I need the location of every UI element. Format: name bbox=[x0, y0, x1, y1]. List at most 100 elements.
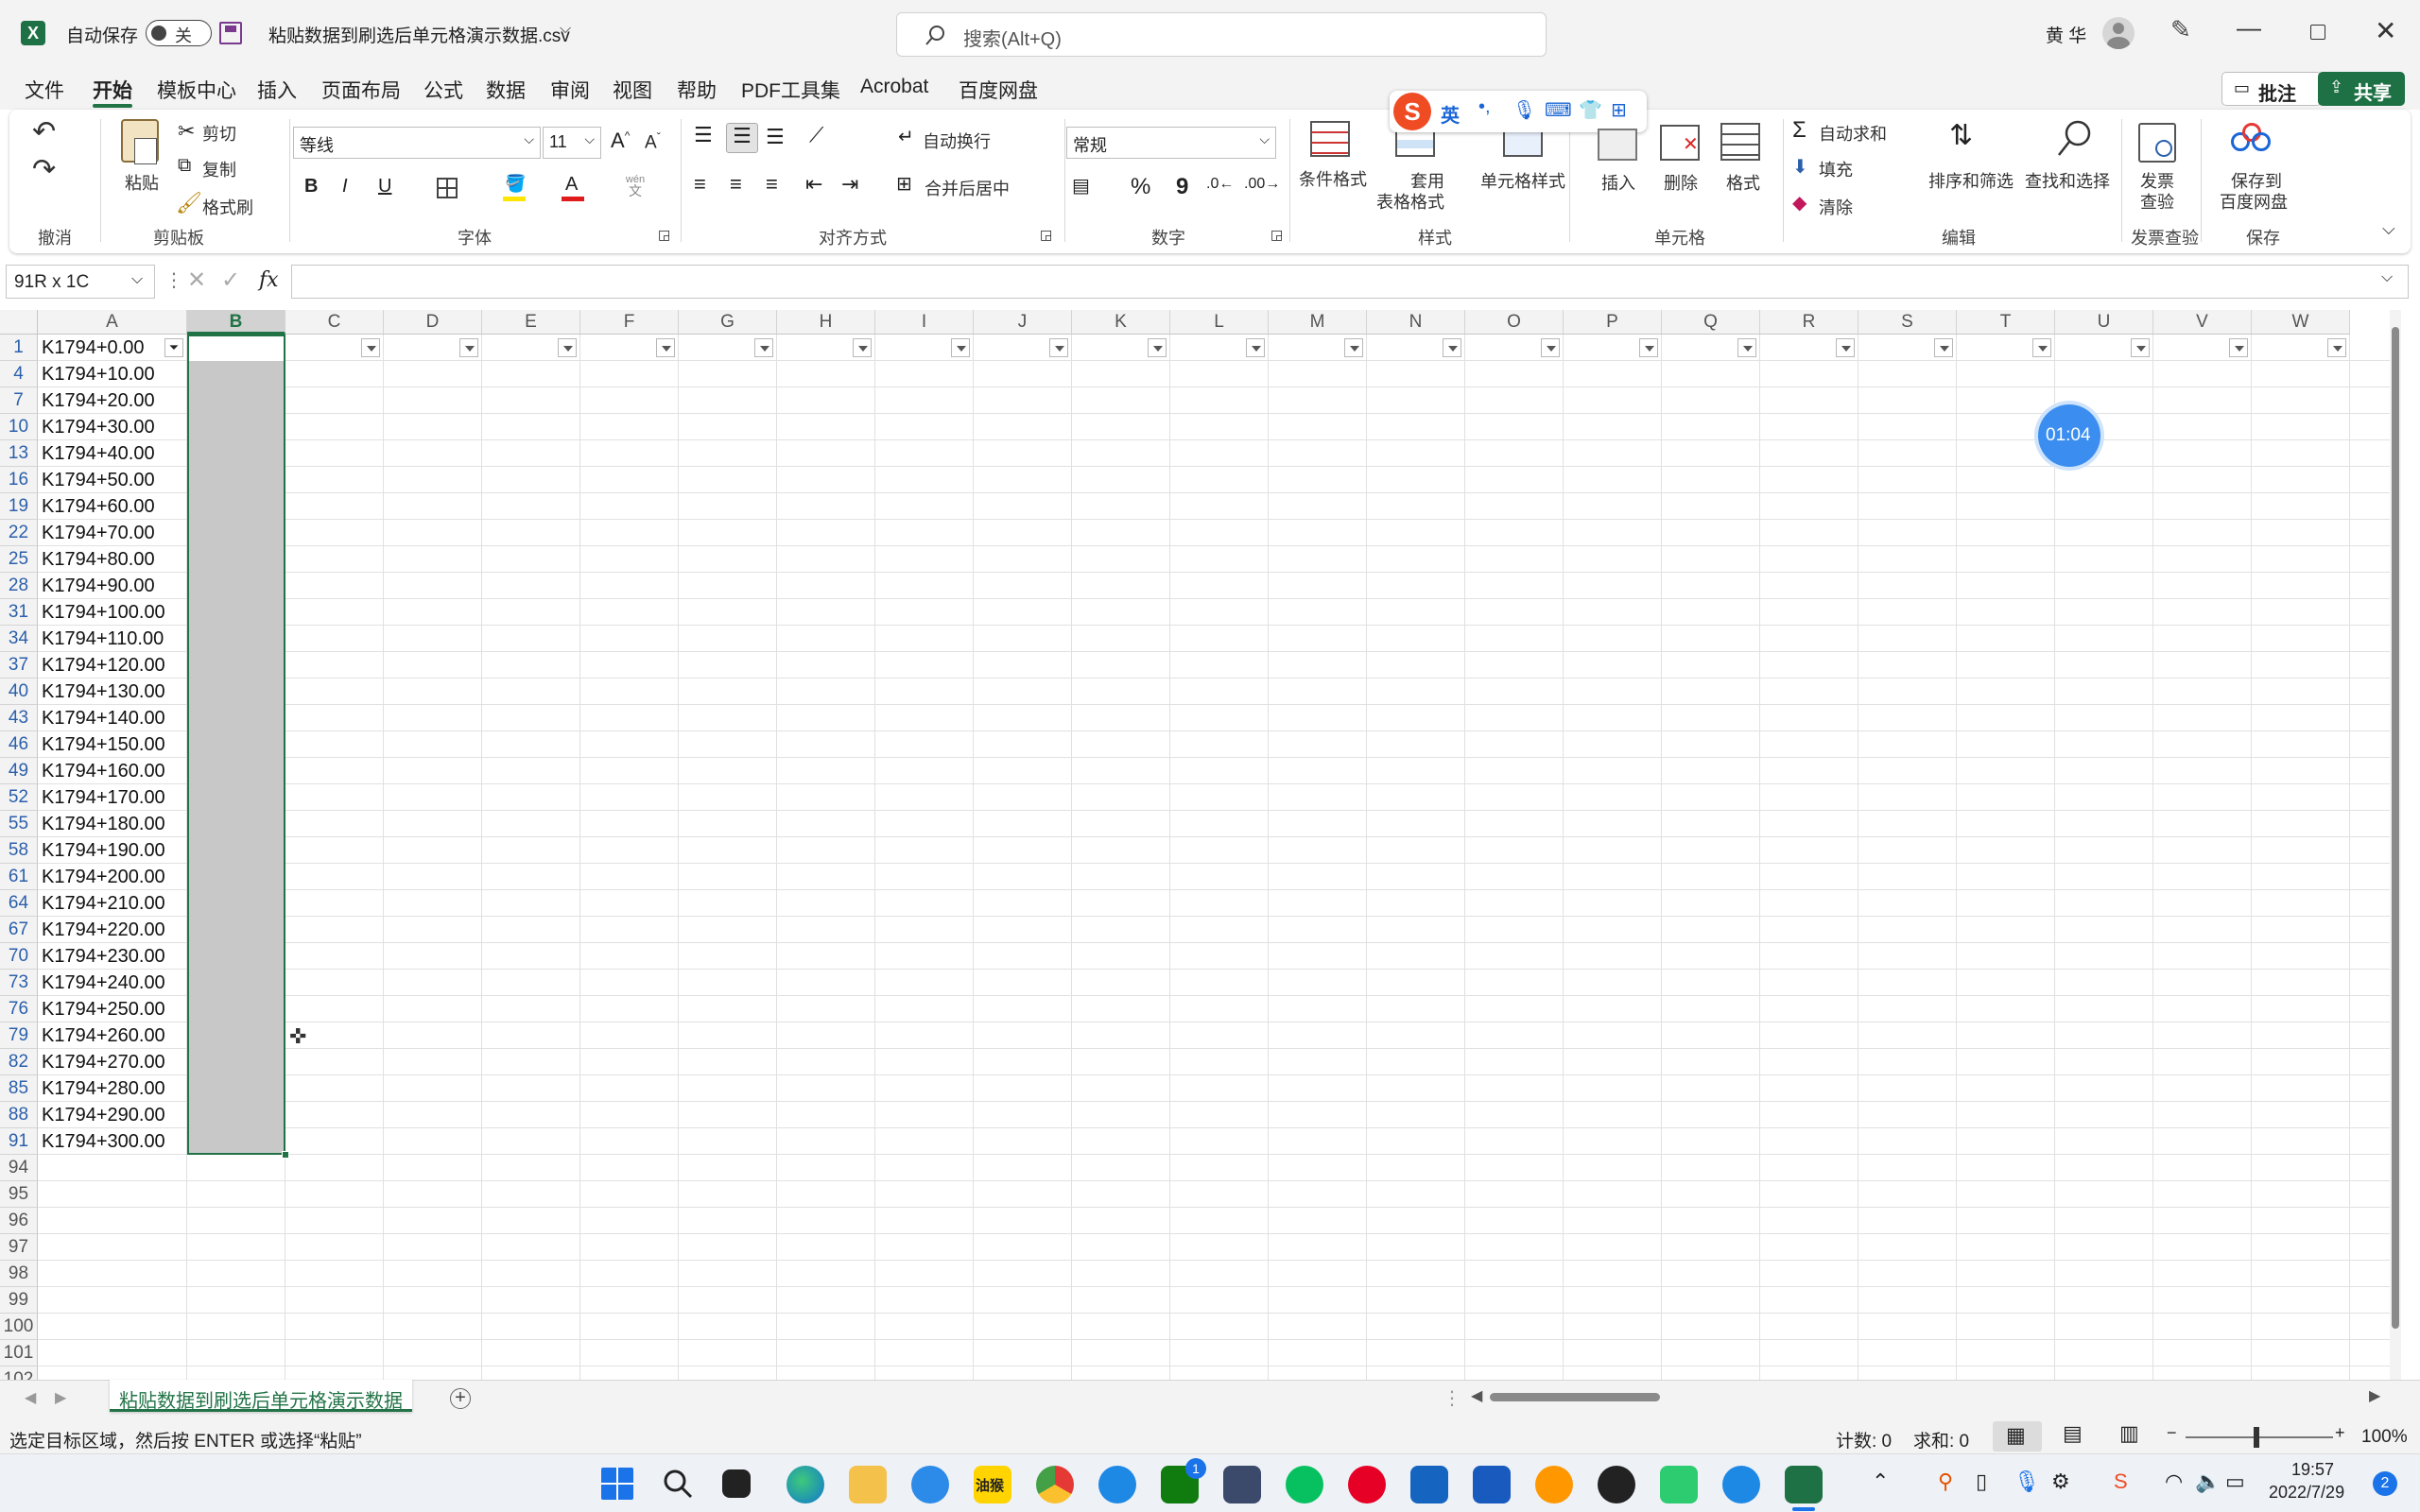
clear-label[interactable]: 清除 bbox=[1819, 195, 1853, 219]
font-name-select[interactable]: 等线 ⌵ bbox=[293, 127, 541, 159]
taskbar-search-icon[interactable] bbox=[662, 1468, 694, 1500]
active-cell[interactable] bbox=[189, 336, 284, 361]
horizontal-scrollbar[interactable]: ◀ ▶ bbox=[1471, 1386, 2388, 1407]
select-all-corner[interactable] bbox=[0, 310, 38, 335]
insert-cells-icon[interactable] bbox=[1598, 129, 1637, 161]
find-select-icon[interactable] bbox=[2055, 119, 2093, 161]
row-header[interactable]: 22 bbox=[0, 520, 38, 546]
autofilter-button-w[interactable] bbox=[2327, 338, 2346, 357]
chrome-icon[interactable] bbox=[1036, 1466, 1074, 1503]
add-sheet-button[interactable]: + bbox=[450, 1388, 471, 1409]
normal-view-button[interactable]: ▦ bbox=[1993, 1421, 2042, 1452]
format-as-table-label-2[interactable]: 表格格式 bbox=[1376, 189, 1444, 214]
cell-a[interactable]: K1794+230.00 bbox=[42, 943, 165, 970]
cell-a[interactable]: K1794+290.00 bbox=[42, 1102, 165, 1128]
autofilter-button-v[interactable] bbox=[2229, 338, 2248, 357]
cell-a[interactable]: K1794+250.00 bbox=[42, 996, 165, 1022]
autofilter-button-t[interactable] bbox=[2032, 338, 2051, 357]
cell-a[interactable]: K1794+20.00 bbox=[42, 387, 155, 414]
ime-toolbar[interactable]: S 英 •, 🎙 ⌨ 👕 ⊞ bbox=[1390, 91, 1647, 132]
clear-icon[interactable]: ◆ bbox=[1792, 191, 1806, 215]
autosave-toggle[interactable]: 关 bbox=[146, 20, 212, 46]
menu-help[interactable]: 帮助 bbox=[677, 76, 717, 104]
firefox-like-icon[interactable] bbox=[1098, 1466, 1136, 1503]
selection-range[interactable] bbox=[187, 335, 285, 1155]
conditional-format-icon[interactable] bbox=[1310, 121, 1350, 157]
show-hidden-icons-icon[interactable]: ⌃ bbox=[1872, 1469, 1889, 1494]
baidu-pan-icon[interactable] bbox=[2231, 123, 2271, 157]
autosum-icon[interactable]: Σ bbox=[1792, 117, 1806, 144]
bold-button[interactable]: B bbox=[304, 176, 318, 198]
zoom-slider[interactable] bbox=[2186, 1436, 2333, 1438]
format-painter-label[interactable]: 格式刷 bbox=[202, 195, 253, 219]
collapse-ribbon-icon[interactable]: ⌵ bbox=[2382, 219, 2395, 239]
row-header[interactable]: 40 bbox=[0, 679, 38, 705]
cell-a[interactable]: K1794+210.00 bbox=[42, 890, 165, 917]
decrease-decimal-icon[interactable]: .00→ bbox=[1244, 176, 1280, 193]
avatar[interactable] bbox=[2102, 17, 2135, 49]
zoom-slider-thumb[interactable] bbox=[2254, 1427, 2259, 1448]
search-app-icon[interactable] bbox=[1535, 1466, 1573, 1503]
row-header[interactable]: 64 bbox=[0, 890, 38, 917]
skin-icon[interactable]: 👕 bbox=[1579, 98, 1602, 122]
sheet-tab-active[interactable]: 粘贴数据到刷选后单元格演示数据 bbox=[110, 1380, 412, 1412]
row-header[interactable]: 70 bbox=[0, 943, 38, 970]
row-header[interactable]: 76 bbox=[0, 996, 38, 1022]
task-view-icon[interactable] bbox=[722, 1469, 751, 1498]
cell-a[interactable]: K1794+170.00 bbox=[42, 784, 165, 811]
cancel-edit-icon[interactable]: ✕ bbox=[187, 266, 206, 294]
menu-review[interactable]: 审阅 bbox=[550, 76, 590, 104]
cell-a[interactable]: K1794+180.00 bbox=[42, 811, 165, 837]
page-layout-view-icon[interactable]: ▤ bbox=[2063, 1421, 2083, 1446]
media-icon[interactable] bbox=[1598, 1466, 1635, 1503]
battery-icon[interactable]: ▭ bbox=[2225, 1469, 2245, 1494]
row-header[interactable]: 67 bbox=[0, 917, 38, 943]
row-header[interactable]: 25 bbox=[0, 546, 38, 573]
page-break-view-icon[interactable]: ▥ bbox=[2119, 1421, 2139, 1446]
punctuation-icon[interactable]: •, bbox=[1478, 96, 1491, 118]
increase-indent-icon[interactable]: ⇥ bbox=[841, 172, 858, 197]
cell-a[interactable]: K1794+260.00 bbox=[42, 1022, 165, 1049]
column-header-w[interactable]: W bbox=[2252, 310, 2350, 335]
menu-data[interactable]: 数据 bbox=[486, 76, 526, 104]
xbox-icon[interactable]: 1 bbox=[1161, 1458, 1206, 1503]
cell-a[interactable]: K1794+80.00 bbox=[42, 546, 155, 573]
autofilter-button-c[interactable] bbox=[361, 338, 380, 357]
row-header[interactable]: 91 bbox=[0, 1128, 38, 1155]
row-header[interactable]: 31 bbox=[0, 599, 38, 626]
row-header[interactable]: 16 bbox=[0, 467, 38, 493]
column-header-a[interactable]: A bbox=[38, 310, 187, 335]
autofilter-button-l[interactable] bbox=[1246, 338, 1265, 357]
user-name[interactable]: 黄 华 bbox=[2046, 22, 2086, 47]
prev-sheet-icon[interactable]: ◀ bbox=[25, 1388, 36, 1407]
share-button[interactable]: ⇪ 共享 bbox=[2318, 72, 2405, 106]
cell-a[interactable]: K1794+70.00 bbox=[42, 520, 155, 546]
horizontal-scroll-thumb[interactable] bbox=[1490, 1393, 1660, 1401]
cut-icon[interactable]: ✂ bbox=[178, 119, 195, 144]
column-header-u[interactable]: U bbox=[2055, 310, 2153, 335]
autofilter-button-d[interactable] bbox=[459, 338, 478, 357]
tray-key-icon[interactable]: ⚲ bbox=[1938, 1469, 1953, 1494]
insert-cells-label[interactable]: 插入 bbox=[1601, 170, 1635, 195]
align-middle-icon[interactable]: ☰ bbox=[726, 123, 758, 153]
row-header[interactable]: 82 bbox=[0, 1049, 38, 1075]
cell-a[interactable]: K1794+160.00 bbox=[42, 758, 165, 784]
pen-icon[interactable]: ✎ bbox=[2170, 15, 2191, 44]
autofilter-button-h[interactable] bbox=[853, 338, 872, 357]
column-header-p[interactable]: P bbox=[1564, 310, 1662, 335]
autofilter-button-i[interactable] bbox=[951, 338, 970, 357]
copy-icon[interactable]: ⧉ bbox=[178, 155, 191, 177]
cell-a[interactable]: K1794+90.00 bbox=[42, 573, 155, 599]
expand-formula-icon[interactable]: ⌵ bbox=[2381, 269, 2393, 286]
cell-a[interactable]: K1794+200.00 bbox=[42, 864, 165, 890]
cell-a[interactable]: K1794+40.00 bbox=[42, 440, 155, 467]
row-header[interactable]: 95 bbox=[0, 1181, 38, 1208]
cell-a[interactable]: K1794+30.00 bbox=[42, 414, 155, 440]
wechat-icon[interactable] bbox=[1286, 1466, 1323, 1503]
cell-styles-label[interactable]: 单元格样式 bbox=[1480, 168, 1565, 193]
conditional-format-label[interactable]: 条件格式 bbox=[1299, 166, 1367, 191]
menu-home[interactable]: 开始 bbox=[93, 76, 132, 104]
autofilter-button-m[interactable] bbox=[1344, 338, 1363, 357]
fill-label[interactable]: 填充 bbox=[1819, 157, 1853, 181]
menu-page-layout[interactable]: 页面布局 bbox=[321, 76, 401, 104]
